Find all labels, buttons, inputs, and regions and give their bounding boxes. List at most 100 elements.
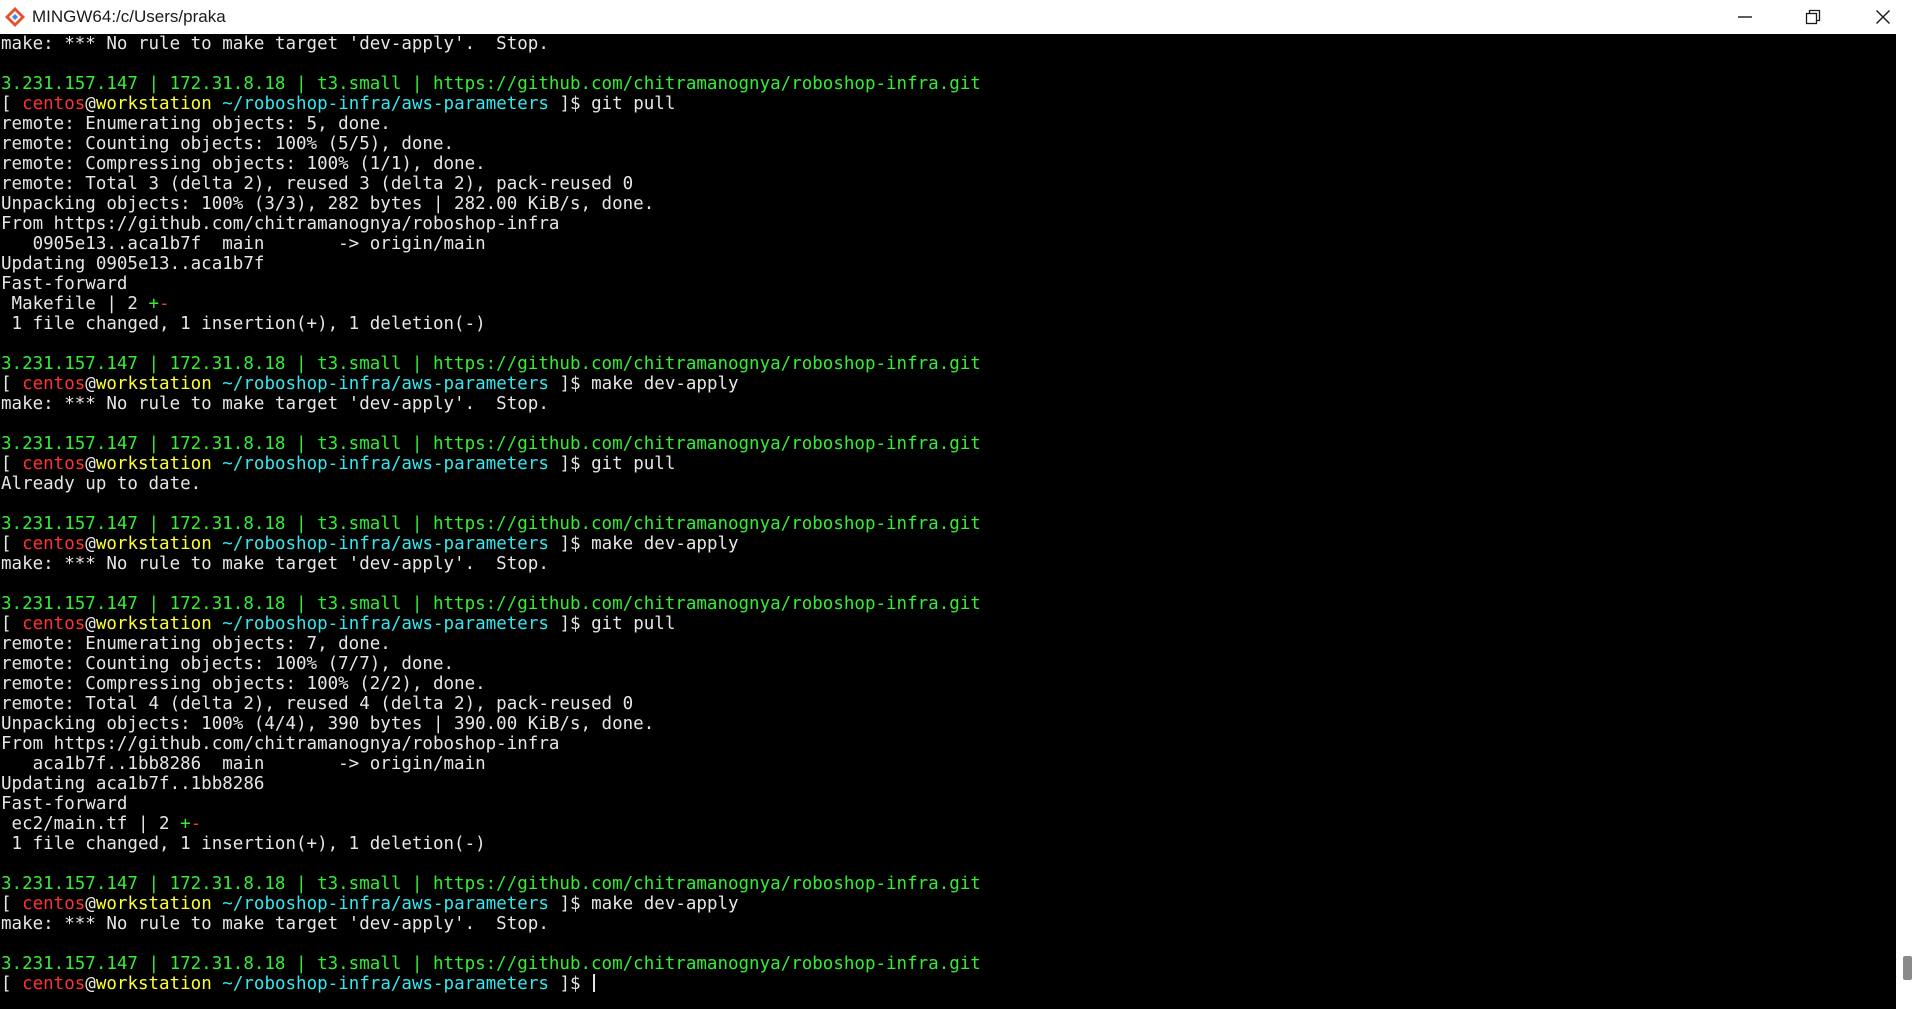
prompt-line: [ centos@workstation ~/roboshop-infra/aw… xyxy=(1,974,1891,994)
prompt-at: @ xyxy=(85,614,96,634)
prompt-bracket-open: [ xyxy=(1,614,23,634)
prompt-info-line: 3.231.157.147 | 172.31.8.18 | t3.small |… xyxy=(1,874,1891,894)
output-line: Unpacking objects: 100% (4/4), 390 bytes… xyxy=(1,714,655,734)
prompt-at: @ xyxy=(85,94,96,114)
vertical-scrollbar[interactable] xyxy=(1896,34,1920,1009)
prompt-bracket-close: ]$ xyxy=(548,974,592,994)
output-line: remote: Total 4 (delta 2), reused 4 (del… xyxy=(1,694,634,714)
prompt-info: 3.231.157.147 | 172.31.8.18 | t3.small |… xyxy=(1,954,981,974)
diffstat-minus: - xyxy=(190,814,202,834)
output-line: Updating 0905e13..aca1b7f xyxy=(1,254,265,274)
prompt-bracket-open: [ xyxy=(1,974,23,994)
output-line: remote: Compressing objects: 100% (1/1),… xyxy=(1,154,486,174)
prompt-host: workstation xyxy=(95,94,212,114)
command-text: make dev-apply xyxy=(591,374,739,394)
prompt-host: workstation xyxy=(95,614,212,634)
prompt-bracket-open: [ xyxy=(1,894,23,914)
command-text: git pull xyxy=(591,614,676,634)
prompt-line: [ centos@workstation ~/roboshop-infra/aw… xyxy=(1,614,1891,634)
prompt-line: [ centos@workstation ~/roboshop-infra/aw… xyxy=(1,534,1891,554)
output-line: Unpacking objects: 100% (3/3), 282 bytes… xyxy=(1,194,655,214)
prompt-user: centos xyxy=(22,94,86,114)
output-line: 1 file changed, 1 insertion(+), 1 deleti… xyxy=(1,834,486,854)
diffstat-plus: + xyxy=(180,814,191,834)
output-line: make: *** No rule to make target 'dev-ap… xyxy=(1,554,549,574)
title-bar[interactable]: MINGW64:/c/Users/praka xyxy=(0,0,1920,35)
restore-button[interactable] xyxy=(1778,0,1848,34)
prompt-user: centos xyxy=(22,614,86,634)
output-line: make: *** No rule to make target 'dev-ap… xyxy=(1,914,549,934)
close-icon xyxy=(1876,10,1890,24)
output-line: remote: Counting objects: 100% (7/7), do… xyxy=(1,654,455,674)
prompt-line: [ centos@workstation ~/roboshop-infra/aw… xyxy=(1,94,1891,114)
output-line: remote: Compressing objects: 100% (2/2),… xyxy=(1,674,486,694)
prompt-user: centos xyxy=(22,454,86,474)
prompt-user: centos xyxy=(22,534,86,554)
prompt-host: workstation xyxy=(95,974,212,994)
prompt-info-line: 3.231.157.147 | 172.31.8.18 | t3.small |… xyxy=(1,954,1891,974)
prompt-bracket-open: [ xyxy=(1,454,23,474)
prompt-info: 3.231.157.147 | 172.31.8.18 | t3.small |… xyxy=(1,74,981,94)
prompt-line: [ centos@workstation ~/roboshop-infra/aw… xyxy=(1,374,1891,394)
prompt-user: centos xyxy=(22,374,86,394)
prompt-info: 3.231.157.147 | 172.31.8.18 | t3.small |… xyxy=(1,434,981,454)
window-title: MINGW64:/c/Users/praka xyxy=(32,7,226,26)
prompt-info: 3.231.157.147 | 172.31.8.18 | t3.small |… xyxy=(1,594,981,614)
output-line: remote: Enumerating objects: 7, done. xyxy=(1,634,391,654)
prompt-bracket-close: ]$ xyxy=(548,94,592,114)
diffstat-line: ec2/main.tf | 2 +- xyxy=(1,814,1891,834)
prompt-path: ~/roboshop-infra/aws-parameters xyxy=(222,534,549,554)
prompt-host: workstation xyxy=(95,894,212,914)
prompt-line: [ centos@workstation ~/roboshop-infra/aw… xyxy=(1,454,1891,474)
output-line: remote: Enumerating objects: 5, done. xyxy=(1,114,391,134)
output-line: Fast-forward xyxy=(1,274,128,294)
command-text: make dev-apply xyxy=(591,534,739,554)
prompt-user: centos xyxy=(22,974,86,994)
terminal-area[interactable]: make: *** No rule to make target 'dev-ap… xyxy=(0,34,1896,1009)
git-bash-icon xyxy=(5,7,25,27)
prompt-info-line: 3.231.157.147 | 172.31.8.18 | t3.small |… xyxy=(1,354,1891,374)
output-line: 0905e13..aca1b7f main -> origin/main xyxy=(1,234,486,254)
prompt-bracket-close: ]$ xyxy=(548,454,592,474)
prompt-path: ~/roboshop-infra/aws-parameters xyxy=(222,974,549,994)
diffstat-line: Makefile | 2 +- xyxy=(1,294,1891,314)
prompt-at: @ xyxy=(85,454,96,474)
prompt-info-line: 3.231.157.147 | 172.31.8.18 | t3.small |… xyxy=(1,594,1891,614)
prompt-bracket-close: ]$ xyxy=(548,614,592,634)
prompt-path: ~/roboshop-infra/aws-parameters xyxy=(222,94,549,114)
prompt-info-line: 3.231.157.147 | 172.31.8.18 | t3.small |… xyxy=(1,74,1891,94)
prompt-bracket-close: ]$ xyxy=(548,374,592,394)
prompt-bracket-open: [ xyxy=(1,374,23,394)
output-line: Fast-forward xyxy=(1,794,128,814)
prompt-host: workstation xyxy=(95,534,212,554)
output-line: From https://github.com/chitramanognya/r… xyxy=(1,214,560,234)
prompt-host: workstation xyxy=(95,374,212,394)
prompt-bracket-open: [ xyxy=(1,534,23,554)
prompt-at: @ xyxy=(85,974,96,994)
output-line: make: *** No rule to make target 'dev-ap… xyxy=(1,394,549,414)
prompt-path: ~/roboshop-infra/aws-parameters xyxy=(222,454,549,474)
output-line: Updating aca1b7f..1bb8286 xyxy=(1,774,265,794)
prompt-path: ~/roboshop-infra/aws-parameters xyxy=(222,894,549,914)
command-text: git pull xyxy=(591,94,676,114)
restore-icon xyxy=(1805,9,1821,25)
scrollbar-thumb[interactable] xyxy=(1903,956,1912,980)
diffstat-minus: - xyxy=(159,294,170,314)
close-button[interactable] xyxy=(1848,0,1918,34)
prompt-info: 3.231.157.147 | 172.31.8.18 | t3.small |… xyxy=(1,874,981,894)
command-text: git pull xyxy=(591,454,676,474)
diffstat-plus: + xyxy=(148,294,160,314)
prompt-at: @ xyxy=(85,534,96,554)
output-line: remote: Total 3 (delta 2), reused 3 (del… xyxy=(1,174,634,194)
minimize-button[interactable] xyxy=(1710,0,1780,34)
prompt-at: @ xyxy=(85,374,96,394)
prompt-info: 3.231.157.147 | 172.31.8.18 | t3.small |… xyxy=(1,514,981,534)
output-line: make: *** No rule to make target 'dev-ap… xyxy=(1,34,549,54)
prompt-path: ~/roboshop-infra/aws-parameters xyxy=(222,374,549,394)
